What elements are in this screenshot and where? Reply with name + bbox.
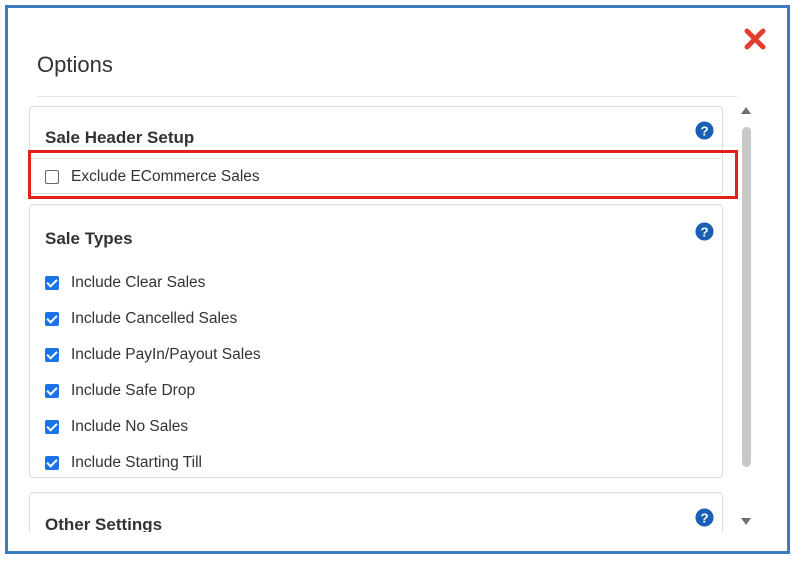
include-payin-payout-sales-checkbox[interactable] [45,348,59,362]
exclude-ecommerce-checkbox[interactable] [45,170,59,184]
include-clear-sales-checkbox[interactable] [45,276,59,290]
sale-types-panel: Sale Types ? Include Clear Sales Include… [29,204,723,478]
include-cancelled-sales-label: Include Cancelled Sales [71,310,238,327]
sale-header-setup-panel: Sale Header Setup ? Exclude ECommerce Sa… [29,106,723,194]
include-safe-drop-checkbox[interactable] [45,384,59,398]
vertical-scrollbar[interactable] [739,105,753,527]
other-settings-title: Other Settings [45,515,163,532]
other-settings-panel: Other Settings ? [29,492,723,532]
sale-header-setup-title: Sale Header Setup [45,128,195,147]
title-divider [37,96,737,97]
include-cancelled-sales-checkbox[interactable] [45,312,59,326]
include-payin-payout-sales-label: Include PayIn/Payout Sales [71,346,261,363]
include-cancelled-sales-option[interactable]: Include Cancelled Sales [45,309,237,329]
include-starting-till-checkbox[interactable] [45,456,59,470]
question-circle-icon[interactable]: ? [695,121,714,140]
include-no-sales-label: Include No Sales [71,418,189,435]
svg-text:?: ? [700,123,708,138]
question-circle-icon[interactable]: ? [695,508,714,527]
include-safe-drop-label: Include Safe Drop [71,382,196,399]
options-scroll-area[interactable]: Sale Header Setup ? Exclude ECommerce Sa… [29,98,731,532]
include-no-sales-option[interactable]: Include No Sales [45,417,188,437]
exclude-ecommerce-option[interactable]: Exclude ECommerce Sales [45,167,260,187]
close-x-icon[interactable] [741,25,769,53]
include-payin-payout-sales-option[interactable]: Include PayIn/Payout Sales [45,345,261,365]
scroll-down-arrow-icon[interactable] [741,518,751,525]
exclude-ecommerce-label: Exclude ECommerce Sales [71,168,260,185]
dialog-title: Options [37,52,113,77]
include-clear-sales-label: Include Clear Sales [71,274,206,291]
exclude-ecommerce-row: Exclude ECommerce Sales [31,158,721,194]
question-circle-icon[interactable]: ? [695,222,714,241]
sale-types-title: Sale Types [45,229,133,248]
scroll-up-arrow-icon[interactable] [741,107,751,114]
include-starting-till-option[interactable]: Include Starting Till [45,453,202,473]
include-clear-sales-option[interactable]: Include Clear Sales [45,273,205,293]
scrollbar-thumb[interactable] [742,127,751,467]
svg-text:?: ? [700,510,708,525]
include-safe-drop-option[interactable]: Include Safe Drop [45,381,195,401]
svg-text:?: ? [700,224,708,239]
include-starting-till-label: Include Starting Till [71,454,202,471]
include-no-sales-checkbox[interactable] [45,420,59,434]
